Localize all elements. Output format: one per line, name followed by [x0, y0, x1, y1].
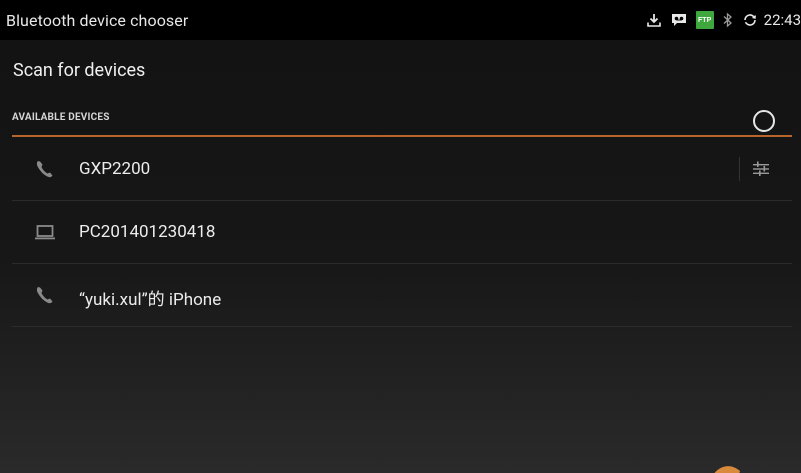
phone-icon: [34, 285, 56, 305]
available-devices-header: AVAILABLE DEVICES: [0, 104, 801, 136]
section-divider: [12, 135, 792, 137]
phone-icon: [34, 159, 56, 179]
sync-icon: [742, 12, 758, 28]
device-item-pc[interactable]: PC201401230418: [12, 201, 792, 264]
scan-for-devices-button[interactable]: Scan for devices: [0, 52, 801, 88]
device-list: GXP2200 PC201401230418 “yuki.xul”的 iPhon…: [12, 138, 792, 327]
ftp-badge: FTP: [695, 11, 714, 29]
device-name: PC201401230418: [79, 222, 216, 242]
section-title: AVAILABLE DEVICES: [12, 112, 110, 123]
clock: 22:43: [763, 11, 801, 29]
ftp-server-icon: FTP: [695, 11, 714, 29]
app-title: Bluetooth device chooser: [6, 11, 189, 30]
divider: [739, 157, 740, 181]
loading-spinner-icon: [753, 110, 775, 132]
device-name: “yuki.xul”的 iPhone: [79, 290, 222, 310]
screen: Bluetooth device chooser FTP 22:43 Scan …: [0, 0, 801, 473]
download-icon: [646, 12, 662, 28]
status-bar: Bluetooth device chooser FTP 22:43: [0, 0, 801, 40]
decorative-shape: [714, 466, 740, 473]
device-name: GXP2200: [79, 159, 151, 179]
device-item-iphone[interactable]: “yuki.xul”的 iPhone: [12, 264, 792, 327]
scan-label: Scan for devices: [13, 60, 146, 81]
voicemail-icon: [670, 12, 688, 28]
bluetooth-icon: [722, 12, 734, 28]
status-icons: FTP 22:43: [638, 8, 801, 32]
laptop-icon: [34, 222, 56, 242]
device-settings-icon[interactable]: [750, 158, 772, 180]
device-item-gxp2200[interactable]: GXP2200: [12, 138, 792, 201]
